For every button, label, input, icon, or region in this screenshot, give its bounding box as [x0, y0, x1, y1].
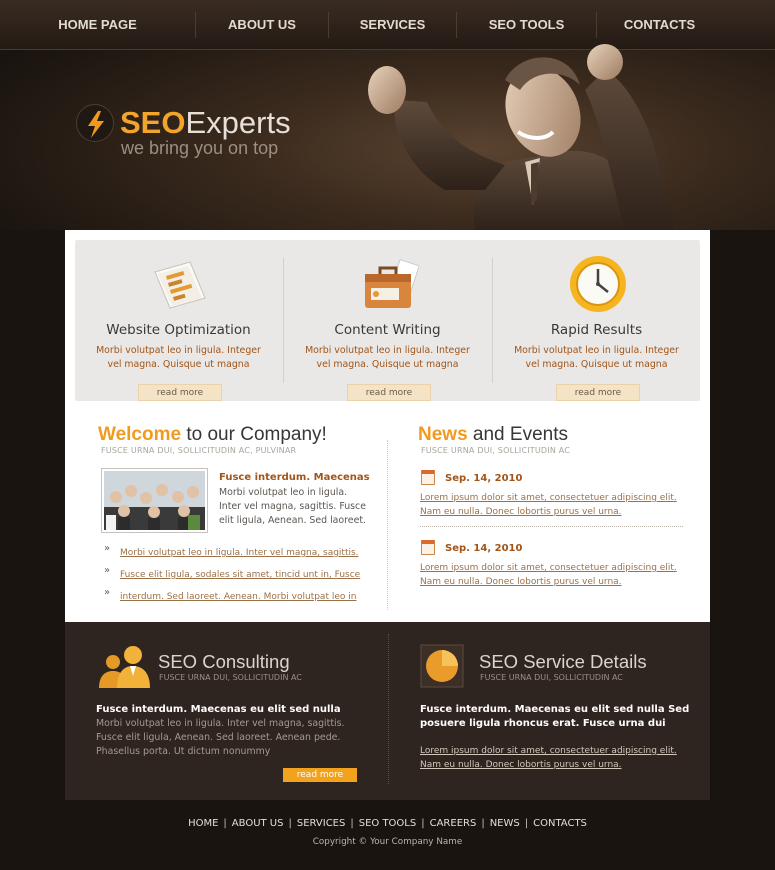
double-chevron-icon: » [104, 543, 111, 554]
footer-link-home[interactable]: HOME [183, 818, 223, 829]
feature-title: Content Writing [334, 322, 441, 338]
logo-wordmark: SEOExperts [120, 105, 291, 140]
feature-text: Morbi volutpat leo in ligula. Integer ve… [514, 345, 679, 370]
column-divider [387, 440, 388, 610]
feature-text: Morbi volutpat leo in ligula. Integer ve… [96, 345, 261, 370]
footer-link-about-us[interactable]: ABOUT US [227, 818, 289, 829]
news-date: Sep. 14, 2010 [445, 543, 523, 554]
footer-link-seo-tools[interactable]: SEO TOOLS [354, 818, 422, 829]
consulting-lead: Fusce interdum. Maecenas eu elit sed nul… [96, 704, 341, 715]
footer-link-services[interactable]: SERVICES [292, 818, 351, 829]
news-section: News and Events FUSCE URNA DUI, SOLLICIT… [418, 424, 688, 587]
footer-link-news[interactable]: NEWS [485, 818, 525, 829]
site-logo[interactable]: SEOExperts we bring you on top [76, 104, 316, 164]
clock-icon [568, 254, 628, 314]
footer-link-contacts[interactable]: CONTACTS [528, 818, 592, 829]
celebrating-businessman-image [355, 40, 685, 232]
services-panel: SEO Consulting FUSCE URNA DUI, SOLLICITU… [65, 622, 710, 800]
footer-nav: HOME | ABOUT US | SERVICES | SEO TOOLS | CAR… [0, 818, 775, 829]
read-more-button[interactable]: read more [283, 768, 357, 782]
divider [420, 526, 683, 527]
pie-chart-icon [420, 644, 464, 688]
nav-about-us[interactable]: ABOUT US [196, 0, 328, 50]
calendar-icon [421, 470, 435, 485]
list-item: » Fusce elit ligula, sodales sit amet, ti… [102, 565, 360, 588]
double-chevron-icon: » [104, 565, 111, 576]
feature-title: Website Optimization [106, 322, 251, 338]
briefcase-icon [359, 254, 420, 314]
logo-tagline: we bring you on top [121, 138, 279, 158]
welcome-link-list: » Morbi volutpat leo in ligula. Inter vel… [102, 543, 360, 610]
consulting-subtitle: FUSCE URNA DUI, SOLLICITUDIN AC [159, 673, 302, 682]
welcome-text: Morbi volutpat leo in ligula. Inter vel … [219, 487, 366, 526]
calendar-icon [421, 540, 435, 555]
feature-text: Morbi volutpat leo in ligula. Integer ve… [305, 345, 470, 370]
welcome-link[interactable]: Morbi volutpat leo in ligula. Inter vel … [120, 548, 359, 558]
service-link[interactable]: Lorem ipsum dolor sit amet, consectetuer… [420, 744, 682, 772]
read-more-button[interactable]: read more [138, 384, 222, 401]
feature-rapid-results: Rapid Results Morbi volutpat leo in ligu… [493, 240, 700, 401]
list-item: » Morbi volutpat leo in ligula. Inter vel… [102, 543, 360, 566]
team-photo [101, 468, 208, 533]
welcome-link[interactable]: interdum. Sed laoreet. Aenean. Morbi vol… [120, 592, 356, 602]
double-chevron-icon: » [104, 587, 111, 598]
welcome-subtitle: FUSCE URNA DUI, SOLLICITUDIN AC, PULVINA… [101, 446, 297, 455]
news-heading: News and Events [418, 424, 568, 445]
footer-link-careers[interactable]: CAREERS [425, 818, 482, 829]
content-panel: Website Optimization Morbi volutpat leo … [65, 230, 710, 622]
footer: HOME | ABOUT US | SERVICES | SEO TOOLS | CAR… [0, 818, 775, 847]
news-link[interactable]: Lorem ipsum dolor sit amet, consectetuer… [420, 561, 682, 589]
welcome-heading: Welcome to our Company! [98, 424, 327, 445]
list-item: » interdum. Sed laoreet. Aenean. Morbi vo… [102, 587, 360, 610]
welcome-link[interactable]: Fusce elit ligula, sodales sit amet, tin… [120, 570, 360, 580]
feature-title: Rapid Results [550, 322, 643, 338]
feature-website-optimization: Website Optimization Morbi volutpat leo … [75, 240, 282, 401]
column-divider [388, 634, 389, 784]
consulting-text: Morbi volutpat leo in ligula. Inter vel … [96, 718, 345, 757]
news-subtitle: FUSCE URNA DUI, SOLLICITUDIN AC [421, 446, 571, 455]
nav-home-page[interactable]: HOME PAGE [0, 0, 195, 50]
read-more-button[interactable]: read more [347, 384, 431, 401]
service-subtitle: FUSCE URNA DUI, SOLLICITUDIN AC [480, 673, 623, 682]
news-date: Sep. 14, 2010 [445, 473, 523, 484]
service-heading: SEO Service Details [479, 651, 647, 672]
consulting-heading: SEO Consulting [158, 651, 290, 672]
news-link[interactable]: Lorem ipsum dolor sit amet, consectetuer… [420, 491, 682, 519]
chart-document-icon [150, 254, 210, 314]
welcome-section: Welcome to our Company! FUSCE URNA DUI, … [98, 424, 388, 602]
welcome-lead: Fusce interdum. Maecenas [219, 472, 370, 483]
features-strip: Website Optimization Morbi volutpat leo … [75, 240, 700, 401]
people-icon [97, 644, 153, 690]
lightning-bolt-icon [76, 104, 114, 142]
feature-content-writing: Content Writing Morbi volutpat leo in li… [284, 240, 491, 401]
read-more-button[interactable]: read more [556, 384, 640, 401]
copyright: Copyright © Your Company Name [312, 837, 463, 847]
service-lead: Fusce interdum. Maecenas eu elit sed nul… [420, 704, 690, 729]
